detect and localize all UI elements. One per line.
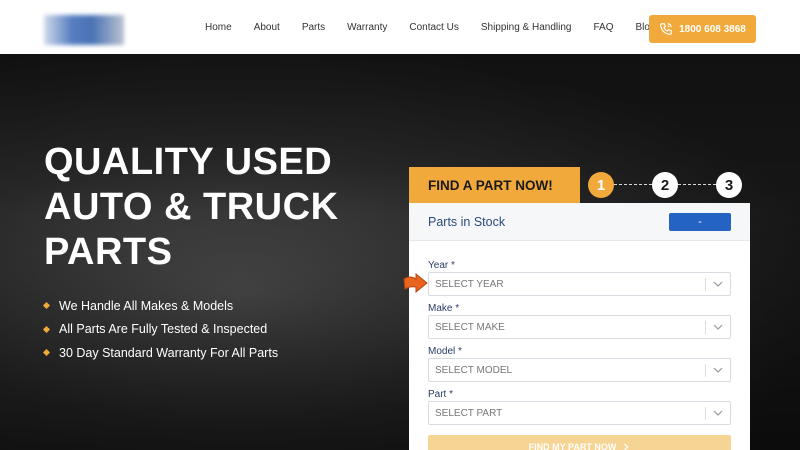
feature-item: We Handle All Makes & Models	[42, 294, 278, 318]
year-placeholder: SELECT YEAR	[435, 278, 504, 290]
step-1: 1	[588, 172, 614, 198]
select-divider	[705, 407, 706, 420]
select-divider	[705, 278, 706, 291]
feature-item: 30 Day Standard Warranty For All Parts	[42, 341, 279, 365]
chevron-down-icon	[713, 367, 723, 373]
make-placeholder: SELECT MAKE	[435, 321, 505, 333]
select-divider	[705, 321, 706, 334]
nav-warranty[interactable]: Warranty	[347, 22, 387, 33]
feature-item: All Parts Are Fully Tested & Inspected	[42, 318, 278, 342]
nav-parts[interactable]: Parts	[302, 22, 325, 33]
model-placeholder: SELECT MODEL	[435, 364, 513, 376]
diamond-bullet-icon	[42, 325, 51, 333]
chevron-down-icon	[713, 324, 723, 330]
site-logo[interactable]	[44, 15, 124, 45]
step-connector	[614, 184, 652, 185]
part-label: Part *	[428, 389, 454, 400]
year-label: Year *	[428, 260, 455, 271]
step-2: 2	[652, 172, 678, 198]
nav-shipping-handling[interactable]: Shipping & Handling	[481, 22, 572, 33]
diamond-bullet-icon	[42, 349, 51, 357]
call-button[interactable]: 1800 608 3868	[649, 15, 756, 43]
nav-about[interactable]: About	[254, 22, 280, 33]
part-placeholder: SELECT PART	[435, 407, 503, 419]
main-nav: Home About Parts Warranty Contact Us Shi…	[205, 0, 678, 54]
arrow-right-icon	[624, 443, 629, 450]
model-label: Model *	[428, 346, 462, 357]
phone-icon	[660, 23, 672, 35]
stock-count-badge: -	[669, 213, 731, 231]
part-finder-form: Parts in Stock - Year * SELECT YEAR Make…	[409, 203, 750, 450]
feature-text: We Handle All Makes & Models	[59, 298, 234, 313]
chevron-down-icon	[713, 410, 723, 416]
step-connector	[678, 184, 716, 185]
diamond-bullet-icon	[42, 302, 51, 310]
feature-list: We Handle All Makes & Models All Parts A…	[42, 294, 279, 365]
nav-home[interactable]: Home	[205, 22, 232, 33]
phone-number: 1800 608 3868	[679, 23, 746, 35]
part-select[interactable]: SELECT PART	[428, 401, 731, 425]
nav-faq[interactable]: FAQ	[593, 22, 613, 33]
pointer-arrow-icon	[403, 272, 428, 294]
select-divider	[705, 364, 706, 377]
headline-line-2: AUTO & TRUCK	[44, 186, 339, 228]
make-label: Make *	[428, 303, 460, 314]
find-my-part-button[interactable]: FIND MY PART NOW	[428, 435, 731, 450]
nav-contact-us[interactable]: Contact Us	[409, 22, 458, 33]
stock-header: Parts in Stock -	[409, 203, 750, 241]
feature-text: 30 Day Standard Warranty For All Parts	[59, 345, 279, 360]
make-select[interactable]: SELECT MAKE	[428, 315, 731, 339]
step-indicator: 1 2 3	[588, 172, 743, 198]
year-select[interactable]: SELECT YEAR	[428, 272, 731, 296]
hero-headline: QUALITY USED AUTO & TRUCK PARTS	[44, 140, 374, 275]
find-part-tab: FIND A PART NOW!	[409, 167, 580, 203]
headline-line-3: PARTS	[44, 231, 173, 273]
feature-text: All Parts Are Fully Tested & Inspected	[59, 322, 268, 337]
find-button-label: FIND MY PART NOW	[528, 442, 617, 450]
site-header: Home About Parts Warranty Contact Us Shi…	[0, 0, 800, 54]
headline-line-1: QUALITY USED	[44, 141, 333, 183]
model-select[interactable]: SELECT MODEL	[428, 358, 731, 382]
chevron-down-icon	[713, 281, 723, 287]
step-3: 3	[716, 172, 742, 198]
stock-label: Parts in Stock	[428, 214, 506, 229]
